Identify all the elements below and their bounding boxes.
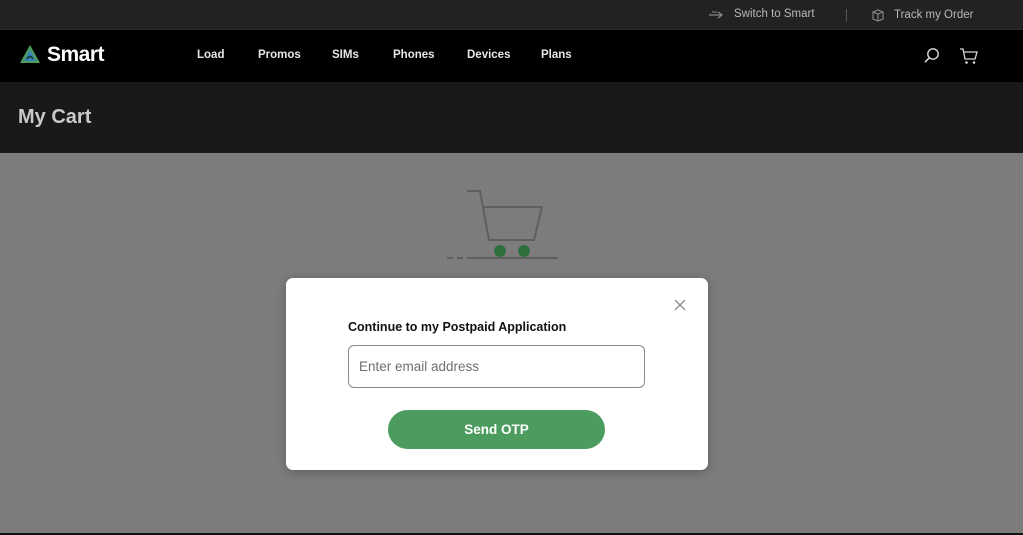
smart-logo-icon <box>20 45 40 63</box>
empty-cart-illustration <box>447 190 558 259</box>
utility-bar: Switch to Smart Track my Order <box>0 0 1023 30</box>
send-otp-button[interactable]: Send OTP <box>388 410 605 449</box>
package-icon <box>872 9 884 22</box>
postpaid-otp-modal: Continue to my Postpaid Application Send… <box>286 278 708 470</box>
switch-to-smart-link[interactable]: Switch to Smart <box>708 8 815 20</box>
modal-title: Continue to my Postpaid Application <box>348 320 567 334</box>
email-input[interactable] <box>348 345 645 388</box>
main-navigation: Smart Load Promos SIMs Phones Devices Pl… <box>0 30 1023 82</box>
nav-item-sims[interactable]: SIMs <box>332 49 359 61</box>
nav-item-load[interactable]: Load <box>197 49 224 61</box>
nav-item-phones[interactable]: Phones <box>393 49 435 61</box>
track-order-link[interactable]: Track my Order <box>870 8 973 22</box>
brand-name: Smart <box>47 43 105 66</box>
search-icon[interactable] <box>923 47 941 65</box>
close-icon[interactable] <box>673 298 687 312</box>
switch-arrow-icon <box>709 11 723 19</box>
smart-logo[interactable]: Smart <box>18 43 105 67</box>
page-title: My Cart <box>18 106 92 128</box>
nav-item-promos[interactable]: Promos <box>258 49 301 61</box>
utility-divider <box>846 9 847 22</box>
track-order-label: Track my Order <box>894 9 974 21</box>
nav-item-devices[interactable]: Devices <box>467 49 510 61</box>
switch-to-smart-label: Switch to Smart <box>734 8 815 20</box>
cart-icon[interactable] <box>959 47 979 65</box>
page-title-bar: My Cart <box>0 82 1023 153</box>
nav-item-plans[interactable]: Plans <box>541 49 572 61</box>
